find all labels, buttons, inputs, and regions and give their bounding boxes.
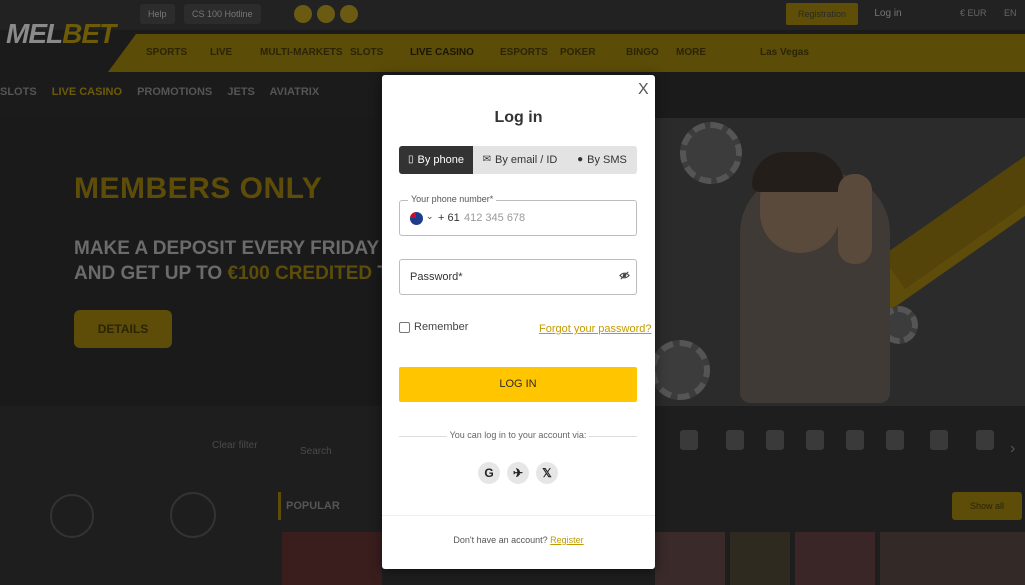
phone-label: Your phone number* [408, 194, 497, 204]
subnav-jets[interactable]: JETS [227, 86, 255, 98]
no-account-row: Don't have an account? Register [382, 535, 655, 545]
chat-bubble-icon: ● [577, 154, 584, 165]
no-account-text: Don't have an account? [453, 535, 551, 545]
nav-slots[interactable]: SLOTS [350, 47, 383, 58]
logo[interactable]: MELBET [6, 18, 116, 50]
help-chip[interactable]: Help [140, 4, 175, 24]
chevron-down-icon[interactable]: ⌄ [426, 211, 434, 222]
nav-poker[interactable]: POKER [560, 47, 596, 58]
category-icon[interactable] [976, 430, 994, 450]
login-method-tabs: ▯ By phone ✉ By email / ID ● By SMS [399, 146, 637, 174]
hero-title: MEMBERS ONLY [74, 172, 323, 205]
registration-button[interactable]: Registration [786, 3, 858, 25]
subnav-slots[interactable]: SLOTS [0, 86, 37, 98]
game-thumbnail[interactable] [730, 532, 790, 585]
subnav-live-casino[interactable]: LIVE CASINO [52, 86, 122, 98]
category-icon[interactable] [766, 430, 784, 450]
popular-accent [278, 492, 281, 520]
tab-label: By phone [417, 154, 464, 166]
nav-esports[interactable]: ESPORTS [500, 47, 548, 58]
nav-more[interactable]: MORE [676, 47, 706, 58]
hero-line-2a: AND GET UP TO [74, 263, 228, 284]
show-all-button[interactable]: Show all [952, 492, 1022, 520]
login-modal: X Log in ▯ By phone ✉ By email / ID ● By… [382, 75, 655, 569]
category-icon[interactable] [806, 430, 824, 450]
telegram-icon[interactable]: ✈ [507, 462, 529, 484]
hero-line-2: AND GET UP TO €100 CREDITED TO [74, 261, 403, 286]
search-field[interactable]: Search [300, 446, 332, 457]
login-via-text: You can log in to your account via: [399, 430, 637, 440]
register-link[interactable]: Register [550, 535, 584, 545]
x-icon[interactable]: 𝕏 [536, 462, 558, 484]
tab-by-phone[interactable]: ▯ By phone [399, 146, 473, 174]
logo-bet: BET [62, 18, 116, 49]
close-icon[interactable]: X [638, 81, 650, 99]
game-thumbnail[interactable] [655, 532, 725, 585]
category-icon[interactable] [846, 430, 864, 450]
category-icon[interactable] [680, 430, 698, 450]
game-thumbnail[interactable] [282, 532, 382, 585]
game-thumbnail[interactable] [880, 532, 1025, 585]
main-nav: SPORTS LIVE MULTI-MARKETS SLOTS LIVE CAS… [108, 34, 1025, 72]
logo-mel: MEL [6, 18, 63, 49]
sub-nav: SLOTS LIVE CASINO PROMOTIONS JETS AVIATR… [0, 86, 331, 108]
top-bar: Help CS 100 Hotline Registration Log in … [0, 0, 1025, 30]
category-icon[interactable] [886, 430, 904, 450]
tab-label: By SMS [587, 154, 627, 166]
character-hair [752, 152, 844, 192]
envelope-icon: ✉ [482, 154, 492, 165]
tab-by-email[interactable]: ✉ By email / ID [473, 146, 567, 174]
tab-label: By email / ID [495, 154, 558, 166]
category-icon[interactable] [50, 494, 94, 538]
social-icon[interactable] [317, 5, 335, 23]
eye-slash-icon[interactable] [619, 270, 630, 284]
google-icon[interactable]: G [478, 462, 500, 484]
chevron-right-icon[interactable]: › [1010, 440, 1015, 458]
nav-live[interactable]: LIVE [210, 47, 232, 58]
nav-live-casino[interactable]: LIVE CASINO [410, 47, 474, 58]
modal-title: Log in [494, 109, 543, 126]
log-in-button[interactable]: LOG IN [399, 367, 637, 402]
remember-row[interactable]: Remember [399, 321, 468, 333]
popular-heading: POPULAR [286, 500, 340, 512]
password-field [399, 259, 637, 295]
category-icon[interactable] [726, 430, 744, 450]
social-icon[interactable] [294, 5, 312, 23]
australia-flag-icon[interactable] [410, 212, 423, 225]
country-prefix: + 61 [438, 212, 460, 224]
category-icon[interactable] [930, 430, 948, 450]
phone-input[interactable] [464, 209, 629, 227]
casino-chip-image [650, 340, 710, 400]
tab-by-sms[interactable]: ● By SMS [567, 146, 637, 174]
password-input[interactable] [410, 268, 610, 286]
nav-multi[interactable]: MULTI-MARKETS [260, 47, 343, 58]
details-button[interactable]: DETAILS [74, 310, 172, 348]
subnav-promotions[interactable]: PROMOTIONS [137, 86, 212, 98]
game-thumbnail[interactable] [795, 532, 875, 585]
subnav-aviatrix[interactable]: AVIATRIX [270, 86, 320, 98]
facebook-icon[interactable] [340, 5, 358, 23]
forgot-password-link[interactable]: Forgot your password? [539, 323, 652, 335]
hotline-chip[interactable]: CS 100 Hotline [184, 4, 261, 24]
clear-filter[interactable]: Clear filter [212, 440, 258, 451]
casino-chip-image [680, 122, 742, 184]
nav-sports[interactable]: SPORTS [146, 47, 187, 58]
thumbs-up-image [838, 174, 872, 264]
hero-text: MAKE A DEPOSIT EVERY FRIDAY AND GET UP T… [74, 236, 403, 286]
hero-highlight: €100 CREDITED [227, 263, 373, 284]
hero-line-1: MAKE A DEPOSIT EVERY FRIDAY [74, 238, 380, 259]
nav-las-vegas[interactable]: Las Vegas [760, 47, 809, 58]
favorites-icon[interactable] [170, 492, 216, 538]
remember-label: Remember [414, 321, 469, 333]
nav-bingo[interactable]: BINGO [626, 47, 659, 58]
divider [382, 515, 655, 516]
language-select[interactable]: EN [1004, 8, 1017, 18]
phone-field: Your phone number* ⌄ + 61 [399, 194, 637, 236]
phone-icon: ▯ [408, 154, 414, 165]
currency-select[interactable]: € EUR [960, 8, 987, 18]
login-link[interactable]: Log in [866, 3, 910, 25]
remember-checkbox[interactable] [399, 321, 410, 333]
